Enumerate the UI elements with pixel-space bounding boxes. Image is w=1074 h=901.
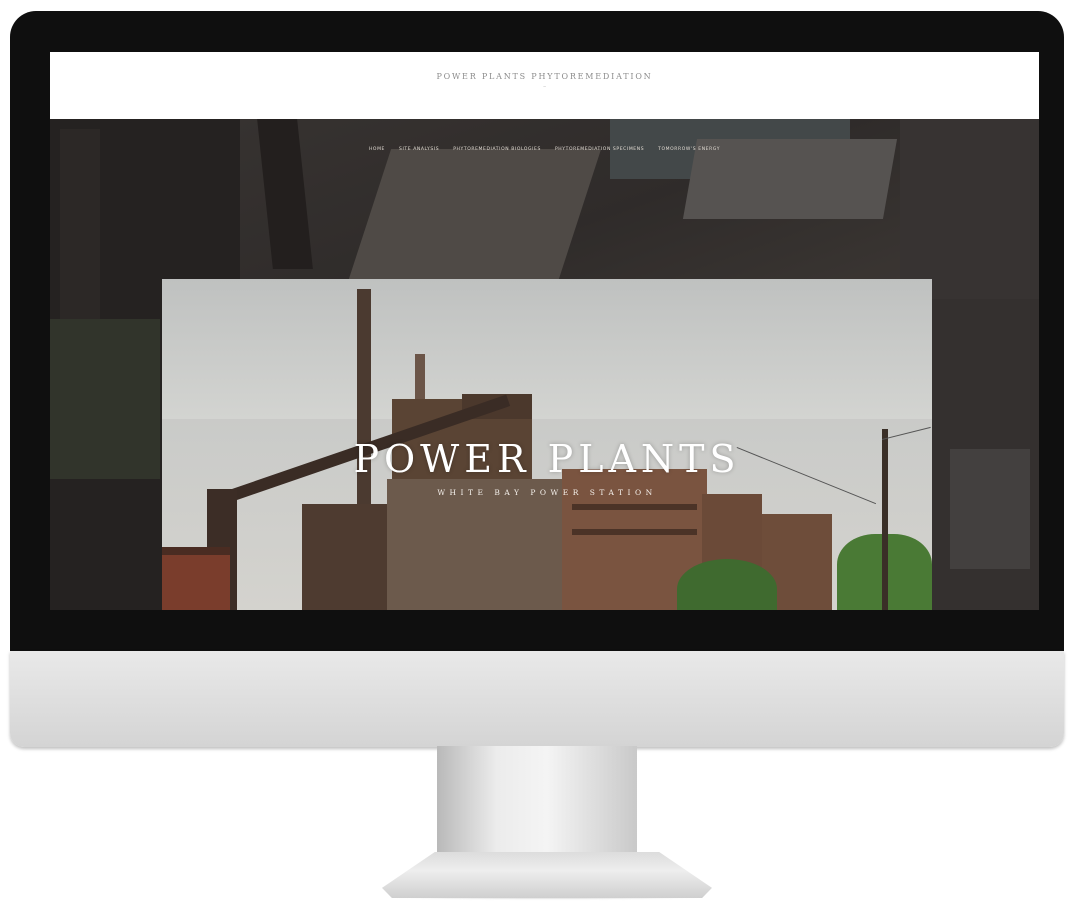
hero-subtitle: WHITE BAY POWER STATION	[437, 488, 657, 497]
site-title[interactable]: POWER PLANTS PHYTOREMEDIATION	[50, 72, 1039, 81]
site-tagline: ~	[542, 84, 547, 89]
nav-item-tomorrows-energy[interactable]: TOMORROW'S ENERGY	[658, 147, 720, 152]
nav-item-phytoremediation-specimens[interactable]: PHYTOREMEDIATION SPECIMENS	[555, 147, 644, 152]
monitor-stand-neck	[437, 746, 637, 856]
nav-item-site-analysis[interactable]: SITE ANALYSIS	[399, 147, 439, 152]
hero-title: POWER PLANTS	[353, 437, 741, 481]
hero-image: POWER PLANTS WHITE BAY POWER STATION	[162, 279, 932, 610]
monitor-screen: POWER PLANTS PHYTOREMEDIATION ~ HOME SIT…	[50, 52, 1039, 610]
monitor-chin	[10, 651, 1064, 747]
site-header: POWER PLANTS PHYTOREMEDIATION ~	[50, 52, 1039, 119]
nav-item-phytoremediation-biologies[interactable]: PHYTOREMEDIATION BIOLOGIES	[453, 147, 541, 152]
main-nav: HOME SITE ANALYSIS PHYTOREMEDIATION BIOL…	[50, 147, 1039, 152]
nav-item-home[interactable]: HOME	[369, 147, 385, 152]
monitor-stand-foot	[382, 852, 712, 898]
